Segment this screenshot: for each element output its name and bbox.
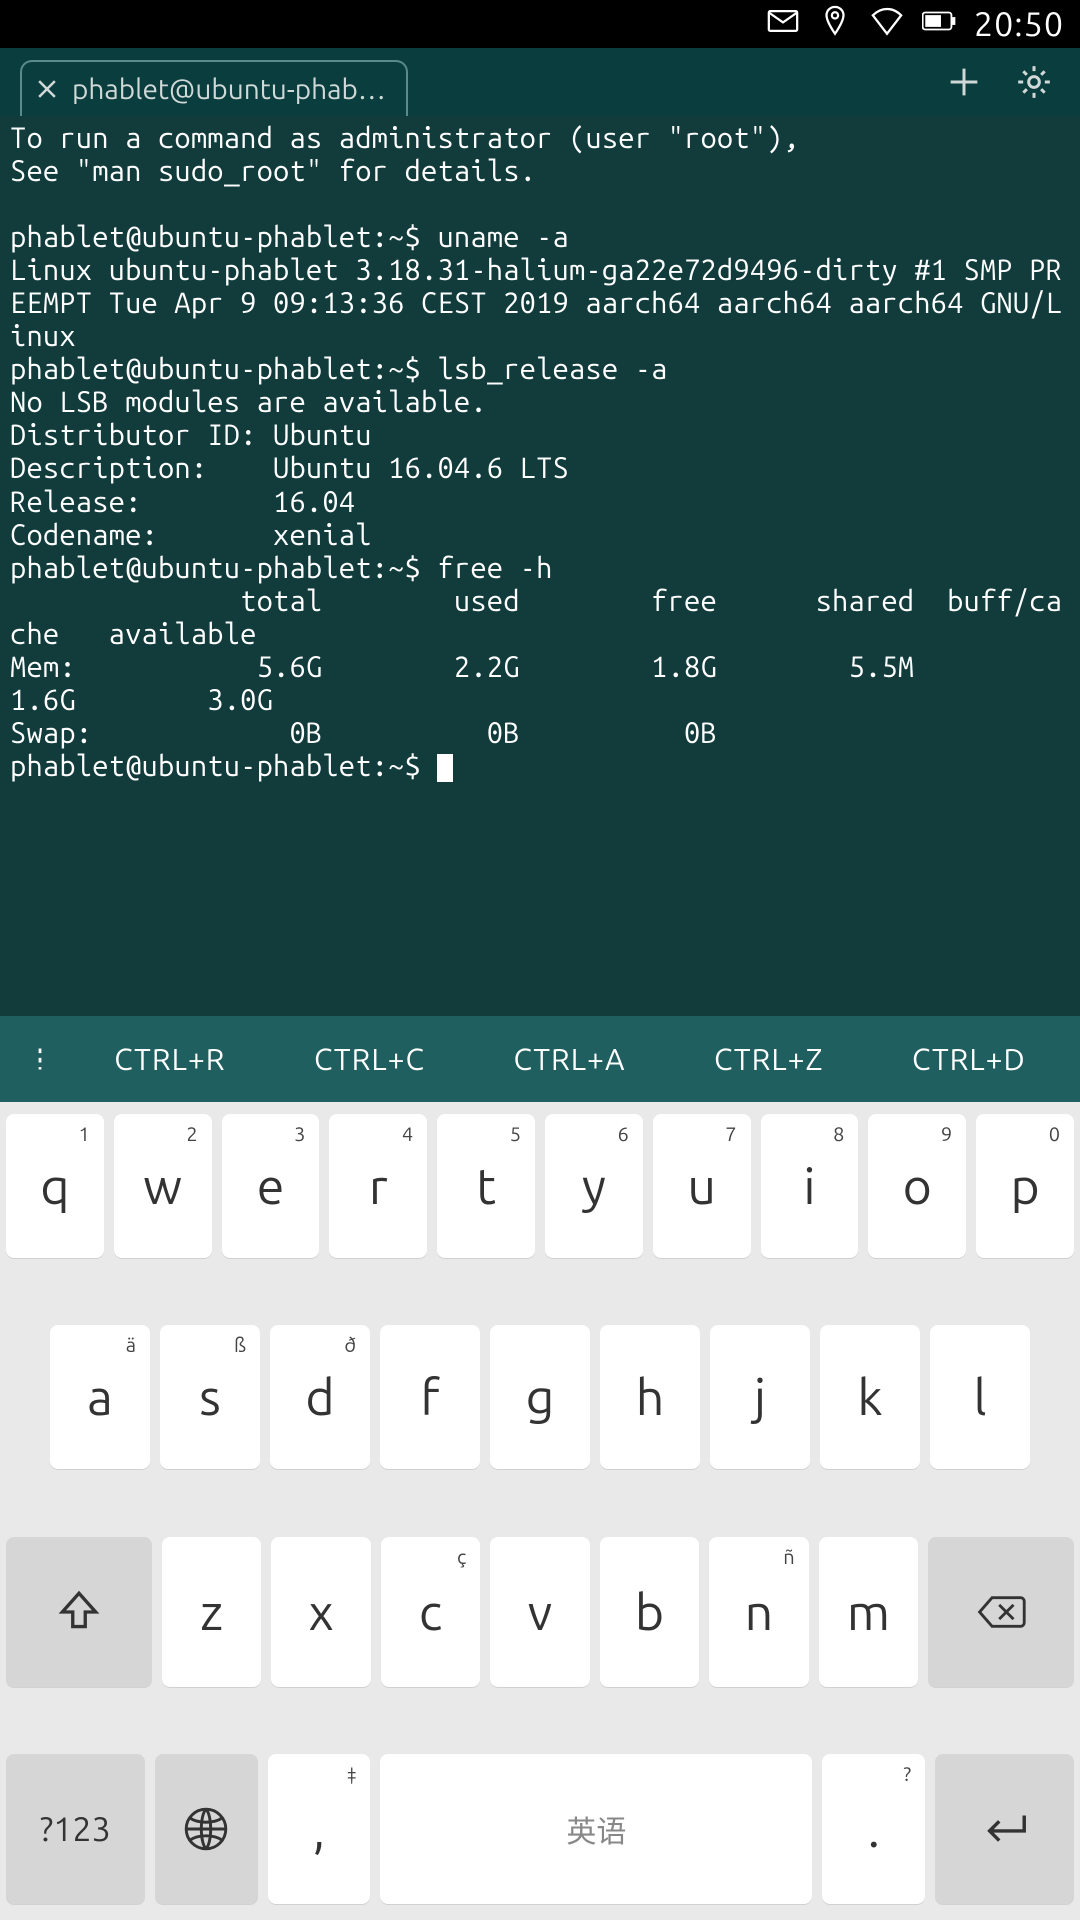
- terminal-text: To run a command as administrator (user …: [10, 122, 1062, 749]
- language-key[interactable]: [155, 1754, 258, 1904]
- wifi-icon: [870, 4, 904, 44]
- status-bar: 20:50: [0, 0, 1080, 48]
- terminal-output[interactable]: To run a command as administrator (user …: [0, 116, 1080, 1016]
- shift-key[interactable]: [6, 1537, 152, 1687]
- key-z[interactable]: z: [162, 1537, 261, 1687]
- shortcut-ctrl-z[interactable]: CTRL+Z: [704, 1042, 833, 1076]
- terminal-prompt: phablet@ubuntu-phablet:~$: [10, 750, 437, 782]
- status-clock: 20:50: [974, 5, 1064, 43]
- key-f[interactable]: f: [380, 1325, 480, 1469]
- key-i[interactable]: 8i: [761, 1114, 859, 1258]
- symbols-key[interactable]: ?123: [6, 1754, 145, 1904]
- key-j[interactable]: j: [710, 1325, 810, 1469]
- shortcut-ctrl-a[interactable]: CTRL+A: [503, 1042, 635, 1076]
- key-r[interactable]: 4r: [329, 1114, 427, 1258]
- key-o[interactable]: 9o: [868, 1114, 966, 1258]
- shortcut-bar: CTRL+R CTRL+C CTRL+A CTRL+Z CTRL+D: [0, 1016, 1080, 1102]
- tab-bar: phablet@ubuntu-phab…: [0, 48, 1080, 116]
- key-k[interactable]: k: [820, 1325, 920, 1469]
- battery-icon: [922, 4, 956, 44]
- tab-title: phablet@ubuntu-phab…: [72, 74, 386, 105]
- key-y[interactable]: 6y: [545, 1114, 643, 1258]
- shortcut-menu-button[interactable]: [10, 1045, 70, 1073]
- shortcut-ctrl-d[interactable]: CTRL+D: [902, 1042, 1036, 1076]
- new-tab-button[interactable]: [944, 62, 984, 106]
- key-t[interactable]: 5t: [437, 1114, 535, 1258]
- key-g[interactable]: g: [490, 1325, 590, 1469]
- key-h[interactable]: h: [600, 1325, 700, 1469]
- comma-key[interactable]: ‡,: [268, 1754, 371, 1904]
- backspace-key[interactable]: [928, 1537, 1074, 1687]
- space-key[interactable]: 英语: [380, 1754, 812, 1904]
- key-p[interactable]: 0p: [976, 1114, 1074, 1258]
- shortcut-ctrl-c[interactable]: CTRL+C: [304, 1042, 435, 1076]
- key-b[interactable]: b: [600, 1537, 699, 1687]
- key-s[interactable]: ßs: [160, 1325, 260, 1469]
- location-icon: [818, 4, 852, 44]
- terminal-tab[interactable]: phablet@ubuntu-phab…: [20, 60, 408, 116]
- key-q[interactable]: 1q: [6, 1114, 104, 1258]
- key-c[interactable]: çc: [381, 1537, 480, 1687]
- settings-button[interactable]: [1014, 62, 1054, 106]
- key-a[interactable]: äa: [50, 1325, 150, 1469]
- period-key[interactable]: ?.: [822, 1754, 925, 1904]
- close-icon[interactable]: [36, 78, 58, 100]
- key-m[interactable]: m: [819, 1537, 918, 1687]
- key-w[interactable]: 2w: [114, 1114, 212, 1258]
- enter-key[interactable]: [935, 1754, 1074, 1904]
- shortcut-ctrl-r[interactable]: CTRL+R: [104, 1042, 235, 1076]
- key-v[interactable]: v: [490, 1537, 589, 1687]
- key-e[interactable]: 3e: [222, 1114, 320, 1258]
- key-n[interactable]: ñn: [709, 1537, 808, 1687]
- key-x[interactable]: x: [271, 1537, 370, 1687]
- key-l[interactable]: l: [930, 1325, 1030, 1469]
- cursor: [437, 754, 453, 782]
- mail-icon: [766, 4, 800, 44]
- key-d[interactable]: ðd: [270, 1325, 370, 1469]
- key-u[interactable]: 7u: [653, 1114, 751, 1258]
- on-screen-keyboard: 1q2w3e4r5t6y7u8i9o0p äaßsðdfghjkl zxçcvb…: [0, 1102, 1080, 1920]
